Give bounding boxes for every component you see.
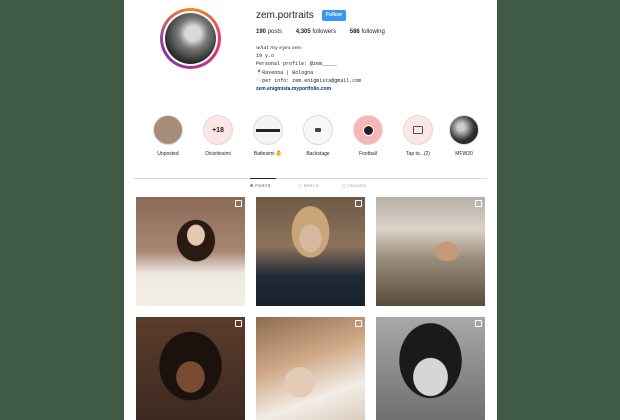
- highlight-mfw20[interactable]: MFW20: [444, 115, 484, 157]
- followers-count: 4,305: [295, 29, 311, 35]
- active-tab-indicator: [250, 178, 276, 179]
- highlight-football[interactable]: Football: [348, 115, 388, 157]
- tab-tagged[interactable]: ▢ TAGGED: [342, 183, 367, 188]
- multi-photo-icon: [475, 320, 482, 327]
- avatar[interactable]: [160, 8, 221, 69]
- highlight-label: Unposted: [157, 151, 179, 157]
- highlight-label: Backstage: [306, 151, 330, 157]
- highlight-unposted[interactable]: Unposted: [148, 115, 188, 157]
- following-label: following: [361, 29, 385, 35]
- bio-line: what my eyes see:: [256, 45, 303, 51]
- multi-photo-icon: [355, 200, 362, 207]
- bio: what my eyes see: 19 y.o Personal profil…: [256, 44, 361, 93]
- bio-link[interactable]: zem.enigmista.myportfolio.com: [256, 85, 361, 93]
- multi-photo-icon: [235, 320, 242, 327]
- multi-photo-icon: [235, 200, 242, 207]
- highlight-label: MFW20: [455, 151, 473, 157]
- camera-icon: [303, 115, 333, 145]
- follow-button[interactable]: Follow: [322, 10, 346, 21]
- plus18-icon: +18: [203, 115, 233, 145]
- post-thumbnail[interactable]: [256, 317, 365, 420]
- camera-outline-icon: [403, 115, 433, 145]
- tab-reels[interactable]: ▢ REELS: [298, 183, 319, 188]
- highlight-diciottesimi[interactable]: +18 Diciottesimi: [198, 115, 238, 157]
- profile-stats: 190 posts 4,305 followers 586 following: [256, 29, 397, 35]
- highlight-battesimi[interactable]: Battesimi 👶: [248, 115, 288, 157]
- stripe-icon: [253, 115, 283, 145]
- post-thumbnail[interactable]: [376, 317, 485, 420]
- highlight-tap-to[interactable]: Tap to...(2): [398, 115, 438, 157]
- posts-count: 190: [256, 29, 267, 35]
- bio-line: 19 y.o: [256, 53, 275, 60]
- photo-dark-icon: [449, 115, 479, 145]
- highlight-backstage[interactable]: Backstage: [298, 115, 338, 157]
- photo-icon: [153, 115, 183, 145]
- followers-stat[interactable]: 4,305 followers: [296, 29, 336, 35]
- posts-stat[interactable]: 190 posts: [256, 29, 282, 35]
- following-stat[interactable]: 586 following: [350, 29, 385, 35]
- post-thumbnail[interactable]: [376, 197, 485, 306]
- highlight-label: Football: [359, 151, 377, 157]
- avatar-border: [163, 11, 218, 66]
- username: zem.portraits: [256, 10, 314, 21]
- bio-line: Personal profile: @zem_____: [256, 61, 338, 68]
- post-thumbnail[interactable]: [136, 197, 245, 306]
- highlight-label: Battesimi 👶: [253, 151, 283, 157]
- avatar-photo: [165, 13, 216, 64]
- divider: [134, 178, 487, 179]
- highlight-label: Diciottesimi: [205, 151, 231, 157]
- multi-photo-icon: [475, 200, 482, 207]
- soccer-ball-icon: [353, 115, 383, 145]
- posts-label: posts: [267, 29, 283, 35]
- profile-page: zem.portraits Follow 190 posts 4,305 fol…: [124, 0, 497, 420]
- post-thumbnail[interactable]: [256, 197, 365, 306]
- followers-label: followers: [312, 29, 337, 35]
- post-thumbnail[interactable]: [136, 317, 245, 420]
- tab-posts[interactable]: ⊞ POSTS: [250, 183, 271, 188]
- bio-line: 📍Ravenna | Bologna: [256, 69, 314, 76]
- bio-line: ✉️per info: zem.enigmista@gmail.com: [256, 77, 362, 84]
- following-count: 586: [349, 29, 360, 35]
- multi-photo-icon: [355, 320, 362, 327]
- highlight-label: Tap to...(2): [406, 151, 430, 157]
